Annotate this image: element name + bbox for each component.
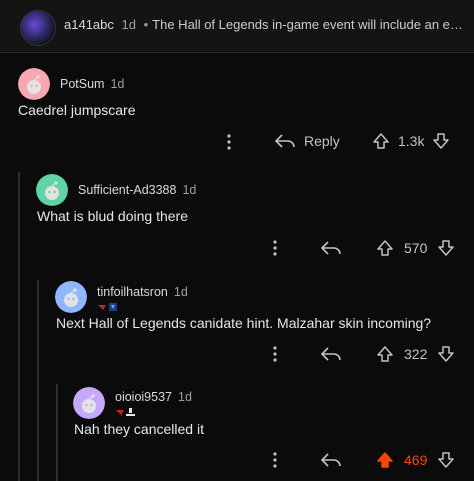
downvote-icon[interactable]	[437, 239, 455, 257]
vote-score: 322	[404, 346, 428, 362]
reply-arrow-icon	[320, 451, 342, 469]
vote-score: 469	[404, 452, 428, 468]
comment-time: 1d	[182, 183, 197, 197]
post-time: 1d	[121, 17, 136, 32]
comment-username[interactable]: PotSum	[60, 77, 104, 91]
downvote-icon[interactable]	[437, 345, 455, 363]
reply-label: Reply	[304, 133, 340, 149]
more-options-icon[interactable]	[269, 345, 281, 363]
more-options-icon[interactable]	[269, 239, 281, 257]
comment-time: 1d	[110, 77, 125, 91]
avatar[interactable]	[73, 387, 105, 419]
avatar[interactable]	[55, 281, 87, 313]
upvote-icon[interactable]	[376, 239, 394, 257]
post-header[interactable]: a141abc 1d • The Hall of Legends in-game …	[0, 0, 474, 53]
post-author[interactable]: a141abc	[64, 17, 114, 32]
upvote-icon[interactable]	[376, 345, 394, 363]
more-options-icon[interactable]	[223, 133, 235, 151]
vote-controls: 469	[376, 451, 455, 469]
user-flair	[97, 299, 119, 311]
vote-score: 570	[404, 240, 428, 256]
post-bullet: •	[143, 17, 149, 32]
comment-time: 1d	[178, 390, 192, 404]
comment-meta: tinfoilhatsron 1d	[97, 285, 188, 299]
reply-arrow-icon	[320, 239, 342, 257]
downvote-icon[interactable]	[437, 451, 455, 469]
comment-meta: Sufficient-Ad3388 1d	[78, 183, 196, 197]
reply-button[interactable]	[320, 239, 342, 257]
downvote-icon[interactable]	[432, 132, 450, 150]
comment-meta: oioioi9537 1d	[115, 390, 192, 404]
comment-username[interactable]: oioioi9537	[115, 390, 172, 404]
avatar[interactable]	[36, 174, 68, 206]
comment-text: Caedrel jumpscare	[18, 102, 136, 118]
reply-arrow-icon	[320, 345, 342, 363]
reply-button[interactable]	[320, 345, 342, 363]
reply-arrow-icon	[274, 132, 296, 150]
thread-line[interactable]	[56, 384, 58, 481]
comment-text: What is blud doing there	[37, 208, 188, 224]
upvote-icon[interactable]	[372, 132, 390, 150]
comment-text: Next Hall of Legends canidate hint. Malz…	[56, 315, 432, 331]
comment-username[interactable]: tinfoilhatsron	[97, 285, 168, 299]
reply-button[interactable]	[320, 451, 342, 469]
comment-meta: PotSum 1d	[60, 77, 124, 91]
comment-time: 1d	[173, 285, 188, 299]
vote-controls: 1.3k	[372, 132, 450, 150]
more-options-icon[interactable]	[269, 451, 281, 469]
post-thumbnail	[20, 10, 56, 46]
comment-text: Nah they cancelled it	[74, 421, 204, 437]
reply-button[interactable]: Reply	[274, 132, 340, 150]
user-flair	[115, 404, 137, 416]
vote-score: 1.3k	[398, 133, 425, 149]
thread-line[interactable]	[37, 280, 39, 481]
post-title[interactable]: The Hall of Legends in-game event will i…	[152, 17, 464, 32]
vote-controls: 322	[376, 345, 455, 363]
thread-line[interactable]	[18, 172, 20, 481]
upvote-icon[interactable]	[376, 451, 394, 469]
post-header-line: a141abc 1d • The Hall of Legends in-game …	[64, 17, 464, 32]
avatar[interactable]	[18, 68, 50, 100]
vote-controls: 570	[376, 239, 455, 257]
comment-username[interactable]: Sufficient-Ad3388	[78, 183, 176, 197]
